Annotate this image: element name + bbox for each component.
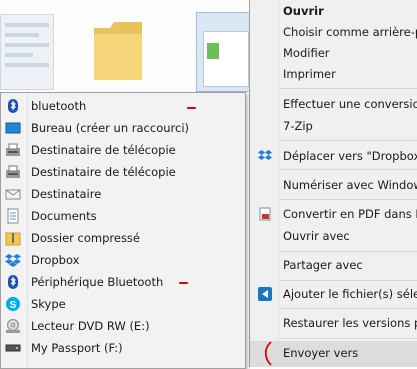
ctx-item-open-with[interactable]: Ouvrir avec	[250, 225, 417, 247]
dvd-drive-icon	[6, 319, 20, 333]
send-item-label: Destinataire de télécopie	[31, 165, 176, 179]
ctx-item-restore-versions[interactable]: Restaurer les versions préc	[250, 312, 417, 334]
ctx-label: Choisir comme arrière-pla	[283, 25, 417, 39]
pdf-icon	[259, 207, 271, 221]
annotation-mark	[179, 282, 188, 284]
ctx-label: Effectuer une conversion d	[283, 97, 417, 111]
send-item-label: Dossier compressé	[31, 231, 140, 245]
menu-separator	[280, 140, 417, 141]
send-item-label: bluetooth	[31, 99, 87, 113]
document-thumbnail[interactable]	[0, 14, 54, 90]
desktop-icon	[5, 122, 21, 134]
send-item-bluetooth[interactable]: bluetooth	[1, 95, 245, 117]
ctx-item-print[interactable]: Imprimer	[250, 63, 417, 85]
menu-separator	[280, 199, 417, 200]
send-item-documents[interactable]: Documents	[1, 205, 245, 227]
send-item-fax-1[interactable]: Destinataire de télécopie	[1, 139, 245, 161]
add-file-icon	[258, 287, 272, 301]
send-item-label: Lecteur DVD RW (E:)	[31, 319, 150, 333]
bluetooth-icon	[8, 99, 18, 113]
ctx-label: Envoyer vers	[283, 346, 359, 360]
ctx-item-open[interactable]: Ouvrir	[250, 0, 417, 22]
zip-folder-icon	[5, 232, 21, 246]
ctx-label: Déplacer vers "Dropbox"	[283, 149, 417, 163]
menu-separator	[280, 169, 417, 170]
fax-icon	[6, 165, 20, 178]
ctx-label: Ouvrir avec	[283, 229, 350, 243]
ctx-item-set-wallpaper[interactable]: Choisir comme arrière-pla	[250, 21, 417, 43]
ctx-item-7zip[interactable]: 7-Zip	[250, 115, 417, 137]
send-item-desktop[interactable]: Bureau (créer un raccourci)	[1, 117, 245, 139]
ctx-label: Convertir en PDF dans Fox	[283, 207, 417, 221]
ctx-label: Restaurer les versions préc	[283, 316, 417, 330]
documents-icon	[7, 208, 19, 224]
send-item-label: Périphérique Bluetooth	[31, 275, 164, 289]
send-item-label: Bureau (créer un raccourci)	[31, 121, 189, 135]
send-item-label: Destinataire de télécopie	[31, 143, 176, 157]
ctx-item-edit[interactable]: Modifier	[250, 42, 417, 64]
ctx-label: 7-Zip	[283, 119, 313, 133]
menu-separator	[280, 338, 417, 339]
skype-icon: S	[6, 297, 20, 311]
ctx-item-convert[interactable]: Effectuer une conversion d	[250, 93, 417, 115]
ctx-label: Ajouter le fichier(s) sélecti	[283, 287, 417, 301]
ctx-item-send-to[interactable]: Envoyer vers	[250, 341, 417, 367]
menu-separator	[280, 308, 417, 309]
ctx-item-convert-pdf[interactable]: Convertir en PDF dans Fox	[250, 203, 417, 225]
bluetooth-icon	[8, 275, 18, 289]
ctx-item-scan[interactable]: Numériser avec Windows	[250, 174, 417, 196]
menu-separator	[280, 88, 417, 89]
send-item-label: Dropbox	[31, 253, 80, 267]
fax-icon	[6, 143, 20, 156]
annotation-bracket	[264, 341, 272, 366]
ctx-label: Imprimer	[283, 67, 336, 81]
svg-text:S: S	[10, 300, 17, 311]
send-item-label: Destinataire	[31, 187, 102, 201]
ctx-label: Modifier	[283, 46, 330, 60]
external-drive-icon	[5, 344, 21, 352]
ctx-label: Partager avec	[283, 258, 363, 272]
ctx-label: Numériser avec Windows	[283, 178, 417, 192]
menu-separator	[280, 251, 417, 252]
send-item-fax-2[interactable]: Destinataire de télécopie	[1, 161, 245, 183]
ctx-item-add-files[interactable]: Ajouter le fichier(s) sélecti	[250, 283, 417, 305]
window-thumbnail[interactable]	[196, 12, 256, 92]
context-menu: Ouvrir Choisir comme arrière-pla Modifie…	[249, 0, 417, 367]
ctx-item-share-with[interactable]: Partager avec	[250, 254, 417, 276]
annotation-mark	[187, 107, 196, 109]
mail-recipient-icon	[5, 189, 21, 200]
send-item-zip-folder[interactable]: Dossier compressé	[1, 227, 245, 249]
ctx-item-move-dropbox[interactable]: Déplacer vers "Dropbox"	[250, 145, 417, 167]
desktop-background	[0, 0, 260, 92]
send-to-menu: bluetooth Bureau (créer un raccourci) De…	[0, 92, 246, 369]
send-item-label: Documents	[31, 209, 97, 223]
send-item-label: Skype	[31, 297, 66, 311]
dropbox-icon	[5, 254, 21, 267]
send-item-skype[interactable]: S Skype	[1, 293, 245, 315]
send-item-dropbox[interactable]: Dropbox	[1, 249, 245, 271]
send-item-label: My Passport (F:)	[31, 341, 123, 355]
send-item-bluetooth-device[interactable]: Périphérique Bluetooth	[1, 271, 245, 293]
folder-thumbnail[interactable]	[92, 14, 144, 84]
menu-separator	[280, 280, 417, 281]
send-item-dvd-drive[interactable]: Lecteur DVD RW (E:)	[1, 315, 245, 337]
send-item-external-drive[interactable]: My Passport (F:)	[1, 337, 245, 359]
dropbox-icon	[258, 150, 272, 160]
send-item-recipient[interactable]: Destinataire	[1, 183, 245, 205]
ctx-label: Ouvrir	[283, 4, 324, 18]
